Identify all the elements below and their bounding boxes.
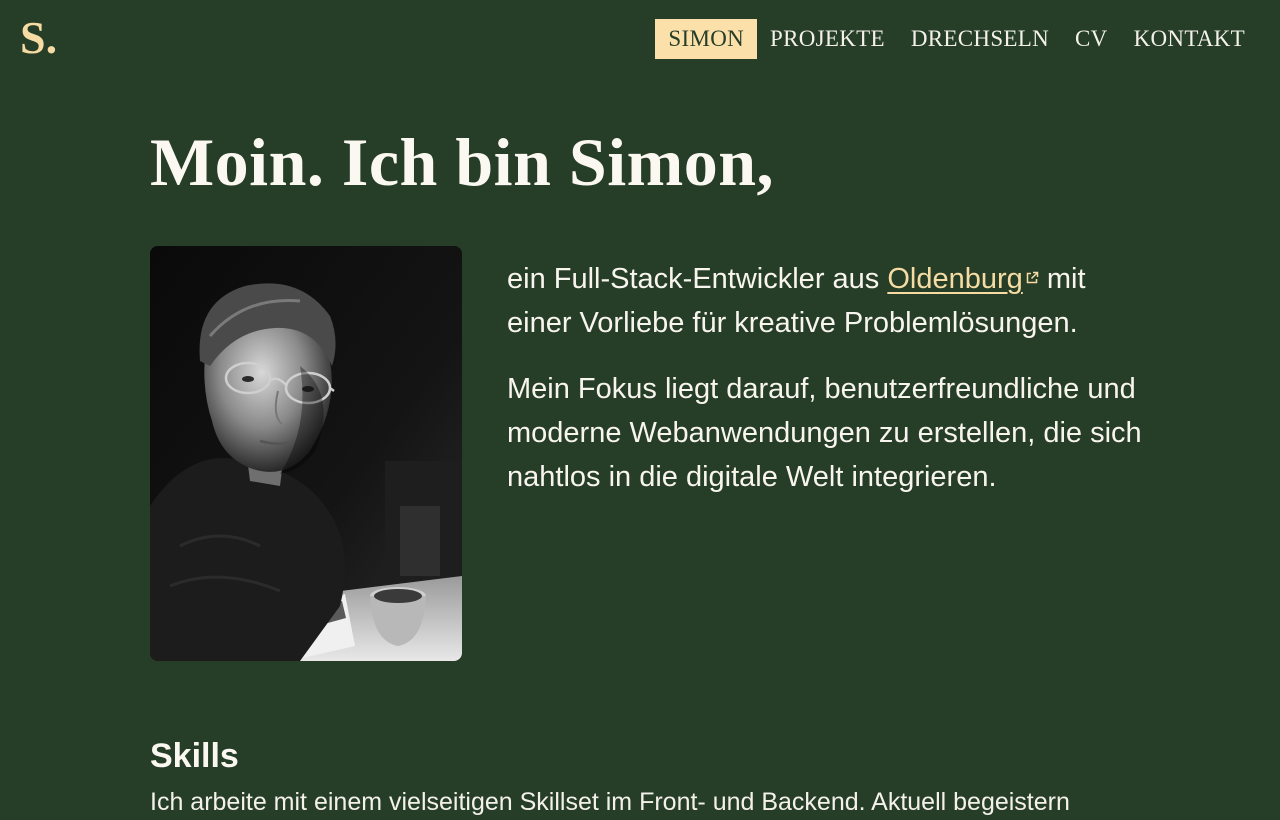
external-link-icon: [1026, 271, 1039, 284]
skills-description: Ich arbeite mit einem vielseitigen Skill…: [150, 788, 1070, 816]
skills-heading: Skills: [150, 737, 239, 775]
main-nav: SIMON PROJEKTE DRECHSELN CV KONTAKT: [655, 19, 1258, 59]
portrait-photo: [150, 246, 462, 661]
oldenburg-link-label: Oldenburg: [887, 263, 1023, 295]
top-bar: S. SIMON PROJEKTE DRECHSELN CV KONTAKT: [0, 0, 1280, 80]
nav-item-drechseln[interactable]: DRECHSELN: [898, 19, 1062, 59]
nav-item-kontakt[interactable]: KONTAKT: [1121, 19, 1258, 59]
nav-item-simon[interactable]: SIMON: [655, 19, 758, 59]
portrait-illustration: [150, 246, 462, 661]
focus-paragraph: Mein Fokus liegt darauf, benutzerfreundl…: [507, 373, 1142, 493]
intro-prefix: ein Full-Stack-Entwickler aus: [507, 263, 888, 295]
page-headline: Moin. Ich bin Simon,: [150, 124, 775, 200]
intro-text: ein Full-Stack-Entwickler aus Oldenburg …: [507, 257, 1147, 521]
site-logo[interactable]: S.: [20, 10, 57, 66]
nav-item-cv[interactable]: CV: [1062, 19, 1121, 59]
nav-item-projekte[interactable]: PROJEKTE: [757, 19, 898, 59]
oldenburg-link[interactable]: Oldenburg: [887, 263, 1039, 295]
intro-paragraph: ein Full-Stack-Entwickler aus Oldenburg …: [507, 257, 1147, 345]
